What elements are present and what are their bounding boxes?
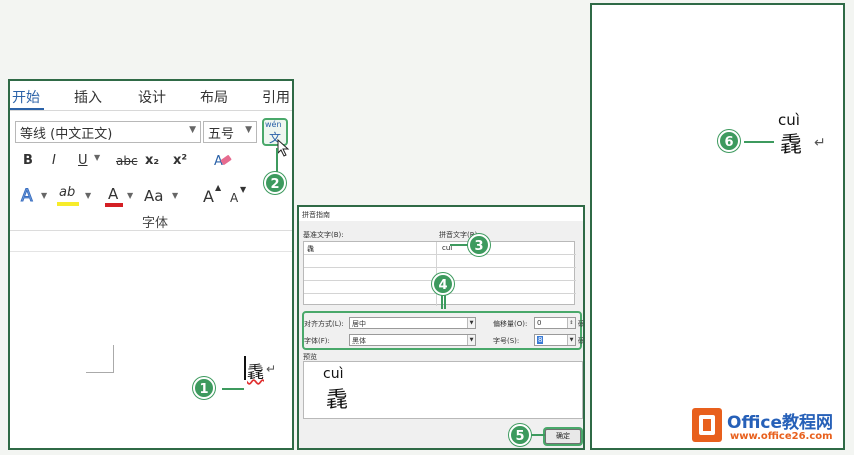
- step-4-line: [441, 295, 443, 309]
- word-window-panel: 开始 插入 设计 布局 引用 等线 (中文正文) ▼ 五号 ▼ wén 文 B …: [8, 79, 294, 450]
- font-value: 黑体: [352, 337, 366, 345]
- document-char: 毳: [247, 363, 264, 383]
- base-text-cell[interactable]: 毳: [307, 244, 314, 254]
- ribbon-tabs: 开始 插入 设计 布局 引用: [10, 81, 292, 111]
- bold-button[interactable]: B: [23, 153, 33, 168]
- font-color-label: A: [108, 185, 119, 203]
- tab-layout[interactable]: 布局: [200, 87, 228, 107]
- highlight-label: ab: [59, 185, 76, 200]
- chevron-down-icon: ▼: [127, 191, 134, 200]
- step-4-badge: 4: [432, 273, 454, 295]
- change-case-button[interactable]: Aa: [144, 187, 163, 205]
- step-3-badge: 3: [468, 234, 490, 256]
- step-6-badge: 6: [718, 130, 740, 152]
- font-size-value: 五号: [208, 127, 235, 142]
- chevron-down-icon: ▼: [567, 335, 575, 345]
- return-mark-icon: ↵: [266, 362, 277, 376]
- shrink-font-button[interactable]: A: [230, 191, 238, 205]
- font-color-button[interactable]: A: [103, 185, 125, 207]
- text-effects-button[interactable]: A: [21, 186, 34, 207]
- highlight-button[interactable]: ab: [57, 185, 83, 207]
- step-4-line: [444, 295, 446, 309]
- tab-home[interactable]: 开始: [12, 87, 40, 107]
- chevron-down-icon: ▼: [245, 125, 252, 135]
- alignment-value: 居中: [352, 320, 366, 328]
- offset-value: 0: [537, 319, 542, 327]
- chevron-down-icon: ▼: [467, 335, 475, 345]
- alignment-label: 对齐方式(L):: [304, 320, 344, 328]
- chevron-down-icon: ▼: [172, 191, 179, 200]
- watermark-brand: Office教程网: [727, 413, 834, 433]
- result-char: 毳: [780, 133, 803, 158]
- text-cursor: [244, 356, 246, 380]
- tab-references[interactable]: 引用: [262, 87, 290, 107]
- chevron-down-icon: ▼: [189, 125, 196, 135]
- size-label: 字号(S):: [493, 337, 520, 345]
- result-document-page: cuì 毳 ↵: [590, 3, 845, 450]
- offset-label: 偏移量(O):: [493, 320, 528, 328]
- offset-unit: 磅: [578, 320, 585, 328]
- margin-corner-mark: [86, 345, 114, 373]
- superscript-button[interactable]: x²: [173, 153, 187, 168]
- size-select[interactable]: 8 ▼: [534, 334, 576, 346]
- font-name-value: 等线 (中文正文): [20, 127, 113, 142]
- tab-design[interactable]: 设计: [138, 87, 166, 107]
- step-1-line: [222, 388, 244, 390]
- offset-stepper[interactable]: 0 ⇕: [534, 317, 576, 329]
- base-text-label: 基准文字(B):: [303, 231, 344, 239]
- font-color-swatch: [105, 203, 123, 207]
- dialog-title: 拼音指南: [299, 207, 583, 221]
- font-select[interactable]: 黑体 ▼: [349, 334, 476, 346]
- font-name-combo[interactable]: 等线 (中文正文) ▼: [15, 121, 201, 143]
- grid-divider: [304, 254, 576, 255]
- chevron-down-icon: ▼: [85, 191, 92, 200]
- subscript-button[interactable]: x₂: [145, 153, 159, 168]
- chevron-down-icon: ▼: [94, 153, 101, 162]
- chevron-down-icon: ▼: [41, 191, 48, 200]
- phonetic-guide-dialog: 拼音指南 基准文字(B): 拼音文字(R): 毳 cui 对齐方式(L): 居中…: [297, 205, 585, 450]
- mouse-cursor-icon: [277, 139, 290, 157]
- step-6-line: [744, 141, 774, 143]
- size-value: 8: [537, 336, 544, 344]
- step-2-badge: 2: [264, 172, 286, 194]
- font-size-combo[interactable]: 五号 ▼: [203, 121, 257, 143]
- grow-arrow-icon: ▲: [215, 183, 222, 192]
- logo-o-shape: [699, 415, 715, 435]
- step-5-line: [531, 434, 545, 436]
- italic-button[interactable]: I: [52, 153, 56, 168]
- ok-label: 确定: [556, 432, 570, 440]
- step-5-badge: 5: [509, 424, 531, 446]
- preview-ruby: cuì: [323, 366, 344, 382]
- size-unit: 磅: [578, 337, 585, 345]
- step-1-badge: 1: [193, 377, 215, 399]
- return-mark-icon: ↵: [814, 135, 826, 151]
- shrink-arrow-icon: ▼: [240, 185, 247, 194]
- highlight-color-swatch: [57, 202, 79, 206]
- alignment-select[interactable]: 居中 ▼: [349, 317, 476, 329]
- clear-formatting-icon[interactable]: A: [212, 151, 234, 169]
- tab-insert[interactable]: 插入: [74, 87, 102, 107]
- active-tab-underline: [10, 108, 44, 110]
- spinner-icon: ⇕: [567, 318, 575, 328]
- ribbon-font-group: 等线 (中文正文) ▼ 五号 ▼ wén 文 B I U ▼ abc x₂ x²…: [10, 111, 292, 231]
- phonetic-guide-pinyin: wén: [265, 120, 282, 129]
- strikethrough-button[interactable]: abc: [116, 154, 138, 168]
- office-logo-icon: [692, 408, 722, 442]
- ruler-strip: [10, 232, 292, 252]
- chevron-down-icon: ▼: [467, 318, 475, 328]
- preview-box: cuì 毳: [303, 361, 583, 419]
- grid-divider: [304, 267, 576, 268]
- step-2-line: [276, 148, 278, 174]
- ok-button[interactable]: 确定: [545, 429, 581, 444]
- underline-button[interactable]: U: [78, 153, 88, 168]
- preview-char: 毳: [326, 388, 349, 413]
- watermark-url: www.office26.com: [730, 431, 833, 442]
- font-group-label: 字体: [142, 216, 169, 231]
- step-3-line: [450, 244, 470, 246]
- document-page[interactable]: 毳 ↵: [10, 232, 292, 448]
- grow-font-button[interactable]: A: [203, 187, 214, 206]
- font-label: 字体(F):: [304, 337, 330, 345]
